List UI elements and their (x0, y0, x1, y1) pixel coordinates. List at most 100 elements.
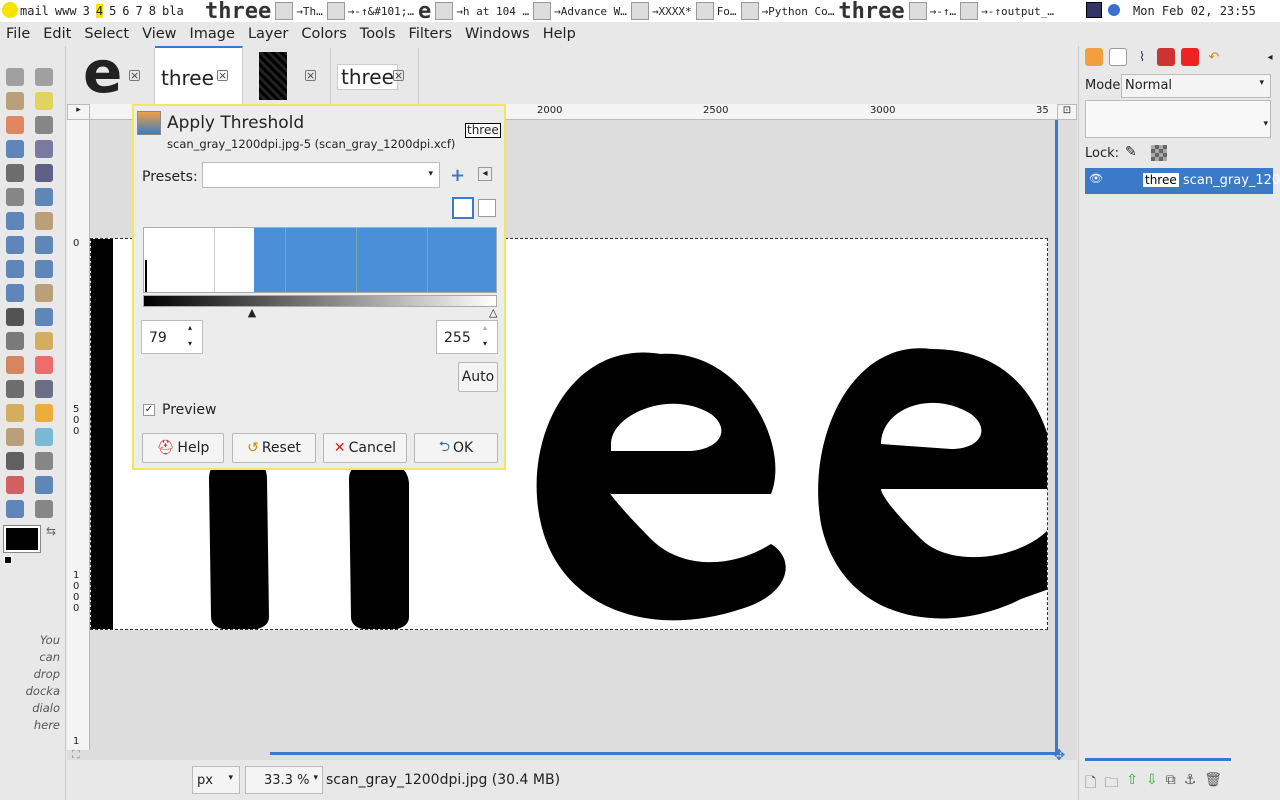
taskbar-window[interactable]: →Advance W… (533, 0, 627, 22)
workspace-3[interactable]: 3 (83, 4, 90, 18)
image-tab-three-active[interactable]: three × (155, 46, 243, 104)
new-layer-icon[interactable]: 🗋 (1085, 772, 1096, 794)
color-picker-tool-icon[interactable] (6, 164, 24, 182)
close-icon[interactable]: × (393, 70, 404, 81)
bucket-fill-tool-icon[interactable] (35, 308, 53, 326)
paths-tab-icon[interactable]: ⌇ (1133, 48, 1151, 66)
dodge-burn-tool-icon[interactable] (35, 452, 53, 470)
presets-menu-icon[interactable]: ◂ (478, 167, 492, 181)
taskbar-window[interactable]: →-↑&#101;… (326, 0, 414, 22)
cancel-button[interactable]: ✕ Cancel (323, 433, 407, 463)
paintbrush-tool-icon[interactable] (6, 356, 24, 374)
text-tool-icon[interactable] (6, 308, 24, 326)
unified-transform-tool-icon[interactable] (6, 476, 24, 494)
layers-scrollbar[interactable] (1085, 758, 1231, 761)
workspace-mail[interactable]: mail (20, 4, 49, 18)
increment-icon[interactable]: ▴ (483, 323, 487, 332)
ink-tool-icon[interactable] (35, 380, 53, 398)
default-colors-icon[interactable] (4, 556, 12, 564)
increment-icon[interactable]: ▴ (188, 323, 192, 332)
low-threshold-handle[interactable]: ▲ (248, 306, 256, 319)
duplicate-layer-icon[interactable]: ⧉ (1166, 772, 1176, 794)
align-tool-icon[interactable] (6, 212, 24, 230)
lower-layer-icon[interactable]: ⇩ (1146, 772, 1158, 794)
menu-tools[interactable]: Tools (360, 26, 396, 42)
rect-select-tool-icon[interactable] (6, 68, 24, 86)
move-tool-icon[interactable] (35, 188, 53, 206)
eraser-tool-icon[interactable] (35, 356, 53, 374)
mode-select[interactable]: Normal ▾ (1121, 74, 1271, 98)
taskbar-window[interactable]: three (205, 0, 271, 22)
color-tab-icon[interactable] (1181, 48, 1199, 66)
image-tab-dark[interactable]: × (243, 48, 331, 104)
perspective-tool-icon[interactable] (35, 260, 53, 278)
tool-options-tab-icon[interactable] (1085, 48, 1103, 66)
eye-icon[interactable]: 👁 (1089, 172, 1103, 185)
decrement-icon[interactable]: ▾ (188, 339, 192, 348)
dock-menu-icon[interactable]: ◂ (1261, 48, 1279, 66)
quick-mask-menu-icon[interactable]: ▸ (67, 104, 90, 120)
fuzzy-select-tool-icon[interactable] (35, 92, 53, 110)
taskbar-window[interactable]: Fo… (695, 0, 737, 22)
flip-tool-icon[interactable] (6, 284, 24, 302)
workspace-bla[interactable]: bla (162, 4, 184, 18)
opacity-slider[interactable]: ▾ (1085, 100, 1271, 138)
blend-tool-icon[interactable] (6, 332, 24, 350)
paths-tool-icon[interactable] (35, 140, 53, 158)
unit-select[interactable]: px ▾ (192, 766, 240, 794)
zoom-tool-icon[interactable] (35, 164, 53, 182)
foreground-color-swatch[interactable] (3, 525, 41, 553)
menu-filters[interactable]: Filters (409, 26, 452, 42)
workspace-4[interactable]: 4 (95, 4, 104, 18)
mypaint-brush-tool-icon[interactable] (35, 500, 53, 518)
measure-tool-icon[interactable] (6, 188, 24, 206)
close-icon[interactable]: × (129, 70, 140, 81)
low-spinbutton[interactable]: 79 ▴ ▾ (141, 320, 203, 354)
image-tab-e[interactable]: e × (75, 42, 155, 104)
preview-checkbox[interactable]: ✓ (143, 404, 155, 416)
taskbar-window[interactable]: →Python Co… (740, 0, 834, 22)
taskbar-window[interactable]: →h at 104 … (435, 0, 529, 22)
foreground-select-tool-icon[interactable] (6, 140, 24, 158)
color-select-tool-icon[interactable] (6, 116, 24, 134)
taskbar-window[interactable]: →-↑… (908, 0, 956, 22)
handle-transform-tool-icon[interactable] (35, 476, 53, 494)
presets-select[interactable]: ▾ (202, 162, 440, 188)
raise-layer-icon[interactable]: ⇧ (1126, 772, 1138, 794)
taskbar-window[interactable]: e (418, 0, 431, 22)
high-spinbutton[interactable]: 255 ▴ ▾ (436, 320, 498, 354)
perspective-clone-tool-icon[interactable] (6, 428, 24, 446)
new-layer-group-icon[interactable]: 🗀 (1104, 772, 1118, 794)
high-threshold-handle[interactable]: △ (489, 306, 497, 319)
auto-button[interactable]: Auto (458, 362, 498, 392)
workspace-www[interactable]: www (55, 4, 77, 18)
reset-button[interactable]: ↺ Reset (232, 433, 316, 463)
menu-layer[interactable]: Layer (248, 26, 288, 42)
zoom-fit-icon[interactable]: ⊡ (1057, 104, 1077, 120)
linear-histogram-icon[interactable] (452, 197, 474, 219)
smudge-tool-icon[interactable] (6, 452, 24, 470)
menu-edit[interactable]: Edit (43, 26, 71, 42)
channels-tab-icon[interactable] (1157, 48, 1175, 66)
workspace-6[interactable]: 6 (122, 4, 129, 18)
layer-name[interactable]: scan_gray_120 (1183, 173, 1280, 188)
taskbar-window[interactable]: →Th… (275, 0, 323, 22)
blur-tool-icon[interactable] (35, 428, 53, 446)
menu-file[interactable]: File (6, 26, 30, 42)
delete-layer-icon[interactable]: 🗑 (1204, 772, 1222, 794)
menu-help[interactable]: Help (543, 26, 576, 42)
close-icon[interactable]: × (305, 70, 316, 81)
scissors-select-tool-icon[interactable] (35, 116, 53, 134)
scale-tool-icon[interactable] (35, 236, 53, 254)
help-button[interactable]: ⛑ Help (142, 433, 224, 463)
cage-tool-icon[interactable] (35, 284, 53, 302)
workspace-8[interactable]: 8 (149, 4, 156, 18)
workspace-5[interactable]: 5 (109, 4, 116, 18)
rotate-tool-icon[interactable] (6, 236, 24, 254)
image-tab-three-2[interactable]: three × (331, 48, 419, 104)
airbrush-tool-icon[interactable] (6, 380, 24, 398)
warp-tool-icon[interactable] (6, 500, 24, 518)
workspace-7[interactable]: 7 (136, 4, 143, 18)
ok-button[interactable]: ⮌ OK (414, 433, 498, 463)
swap-colors-icon[interactable]: ⇆ (46, 524, 56, 538)
